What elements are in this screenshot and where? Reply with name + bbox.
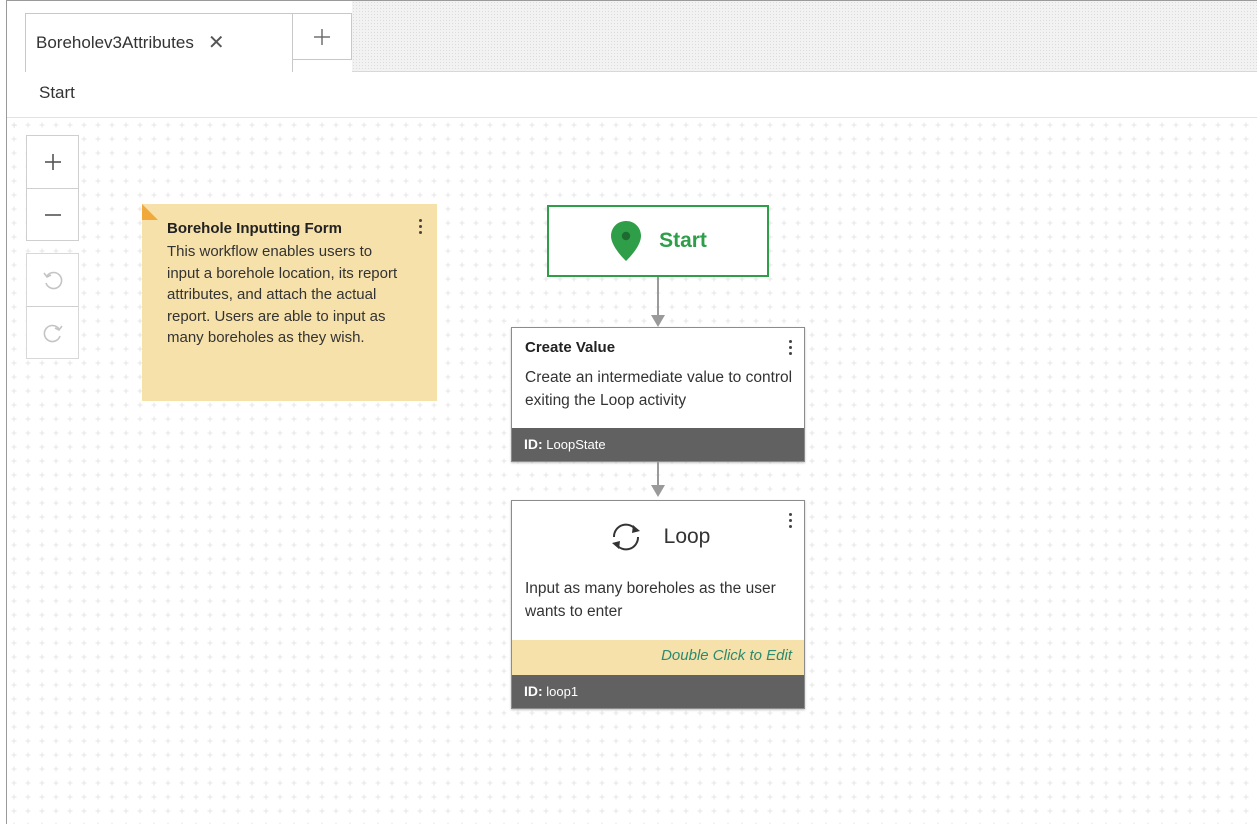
zoom-in-button[interactable] <box>27 136 78 188</box>
minus-icon <box>44 213 61 216</box>
start-node-label: Start <box>659 229 707 252</box>
redo-icon <box>43 324 63 342</box>
app-frame: Boreholev3Attributes ✕ Start Borehole In… <box>6 0 1257 824</box>
note-title: Borehole Inputting Form <box>167 220 342 237</box>
activity-loop[interactable]: Loop Input as many boreholes as the user… <box>511 500 805 709</box>
connector-arrowhead <box>651 315 665 327</box>
start-node[interactable]: Start <box>547 205 769 277</box>
activity-title: Create Value <box>525 339 616 356</box>
breadcrumb-item-start[interactable]: Start <box>39 83 75 103</box>
activity-title: Loop <box>663 525 711 548</box>
connector-arrowhead <box>651 485 665 497</box>
connector-line <box>657 277 659 317</box>
id-label: ID: <box>524 436 543 452</box>
loop-header: Loop <box>512 519 804 555</box>
plus-icon <box>314 28 330 45</box>
close-icon[interactable]: ✕ <box>208 33 225 53</box>
activity-description: Input as many boreholes as the user want… <box>525 580 776 620</box>
note-corner-marker <box>142 204 158 220</box>
activity-menu-icon[interactable] <box>785 513 795 531</box>
map-pin-icon <box>611 221 642 261</box>
activity-description: Create an intermediate value to control … <box>525 369 793 409</box>
undo-icon <box>42 271 62 290</box>
tab-boreholev3attributes[interactable]: Boreholev3Attributes ✕ <box>25 13 293 72</box>
redo-button[interactable] <box>27 306 78 358</box>
connector-line <box>657 462 659 487</box>
loop-arrows-icon <box>611 523 640 551</box>
note-menu-icon[interactable] <box>415 219 425 237</box>
new-tab-button[interactable] <box>293 13 352 60</box>
zoom-out-button[interactable] <box>27 188 78 240</box>
id-value: loop1 <box>546 684 579 699</box>
note-body: This workflow enables users to input a b… <box>167 243 398 346</box>
double-click-to-edit-hint[interactable]: Double Click to Edit <box>512 640 804 675</box>
activity-id-bar: ID: loop1 <box>512 675 804 708</box>
activity-id-bar: ID: LoopState <box>512 428 804 461</box>
activity-create-value[interactable]: Create Value Create an intermediate valu… <box>511 327 805 462</box>
undo-button[interactable] <box>27 254 78 306</box>
plus-icon <box>44 154 61 170</box>
id-label: ID: <box>524 683 543 699</box>
id-value: LoopState <box>546 437 606 452</box>
tab-label: Boreholev3Attributes <box>36 33 194 52</box>
tab-strip-background <box>352 1 1257 72</box>
breadcrumb: Start <box>7 72 1257 118</box>
activity-menu-icon[interactable] <box>785 340 795 358</box>
history-controls <box>26 253 79 359</box>
tab-strip: Boreholev3Attributes ✕ <box>7 1 1257 72</box>
zoom-controls <box>26 135 79 241</box>
annotation-note[interactable]: Borehole Inputting Form This workflow en… <box>142 204 437 401</box>
workflow-canvas[interactable]: Borehole Inputting Form This workflow en… <box>7 118 1257 824</box>
